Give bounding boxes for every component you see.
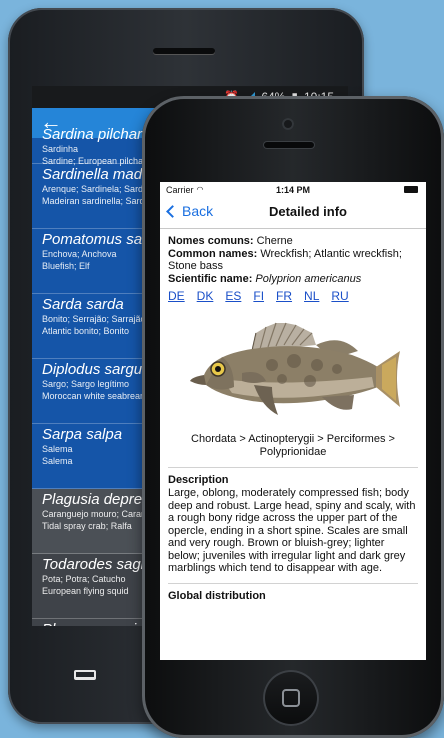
- home-button[interactable]: [263, 670, 319, 726]
- language-link[interactable]: RU: [331, 290, 348, 303]
- ios-status-bar: Carrier ◠ 1:14 PM: [160, 182, 426, 197]
- scientific-name: Scientific name: Polyprion americanus: [168, 273, 418, 286]
- taxonomy: Chordata > Actinopterygii > Perciformes …: [191, 432, 395, 458]
- navigation-bar: Back Detailed info: [160, 197, 426, 229]
- earpiece: [264, 142, 314, 148]
- description-text: Large, oblong, moderately compressed fis…: [168, 487, 416, 574]
- detail-content: Nomes comuns: Cherne Common names: Wreck…: [160, 229, 426, 608]
- common-names: Common names: Wreckfish; Atlantic wreckf…: [168, 248, 418, 273]
- status-time: 1:14 PM: [275, 184, 310, 195]
- language-link[interactable]: DK: [197, 290, 214, 303]
- nomes-value: Cherne: [256, 235, 293, 247]
- nomes-label: Nomes comuns:: [168, 235, 254, 247]
- distribution-heading: Global distribution: [168, 589, 266, 602]
- language-link[interactable]: DE: [168, 290, 185, 303]
- language-link[interactable]: FI: [253, 290, 264, 303]
- earpiece: [153, 48, 215, 54]
- portuguese-names: Nomes comuns: Cherne: [168, 235, 418, 248]
- page-title: Detailed info: [268, 204, 347, 219]
- description-heading: Description: [168, 473, 229, 486]
- divider: [168, 466, 418, 468]
- front-camera: [282, 118, 294, 130]
- language-link[interactable]: ES: [225, 290, 241, 303]
- iphone-screen: Carrier ◠ 1:14 PM Back Detailed info Nom…: [160, 182, 426, 660]
- language-links: DE DK ES FI FR NL RU: [168, 290, 418, 303]
- home-square-icon: [282, 689, 300, 707]
- language-link[interactable]: FR: [276, 290, 292, 303]
- language-link[interactable]: NL: [304, 290, 319, 303]
- recent-apps-icon[interactable]: [74, 670, 96, 680]
- fish-illustration: [190, 322, 400, 415]
- battery-icon: [404, 186, 418, 193]
- scientific-value: Polyprion americanus: [255, 272, 362, 285]
- scientific-label: Scientific name:: [168, 272, 253, 285]
- iphone: Carrier ◠ 1:14 PM Back Detailed info Nom…: [142, 96, 444, 738]
- divider: [168, 582, 418, 584]
- common-label: Common names:: [168, 247, 258, 260]
